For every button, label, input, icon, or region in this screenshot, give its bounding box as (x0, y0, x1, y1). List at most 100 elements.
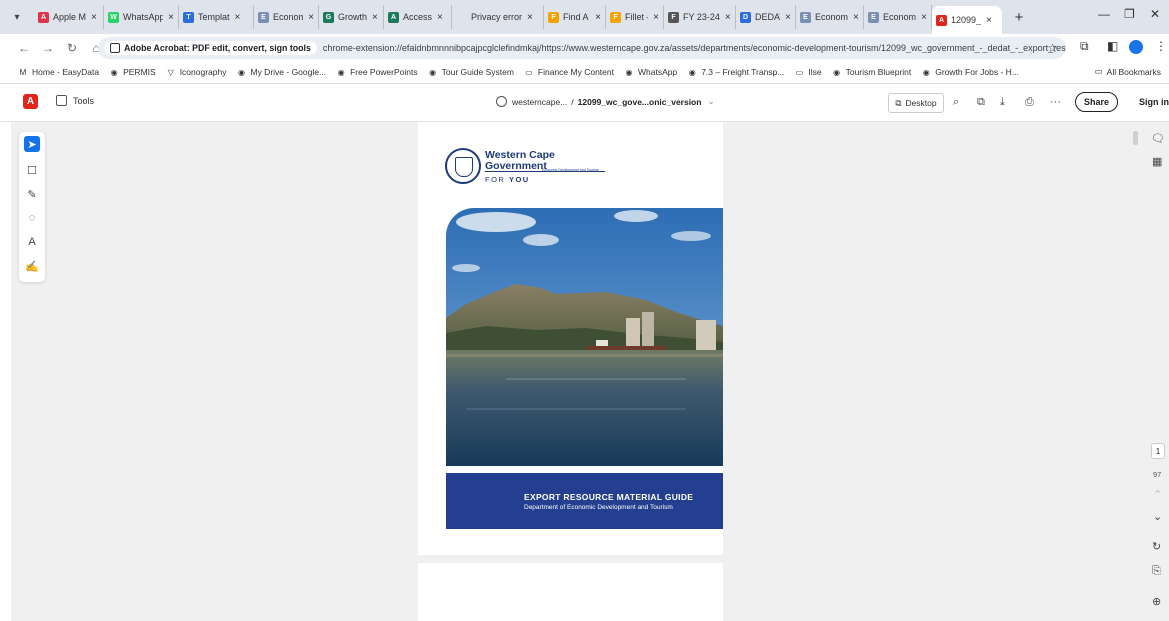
bookmark-item[interactable]: ◉ Growth For Jobs - H... (921, 67, 1019, 77)
bookmark-item[interactable]: ◉ Tour Guide System (428, 67, 514, 77)
tab-title: Fillet – (625, 12, 648, 22)
extension-icon (110, 43, 120, 53)
browser-tab[interactable]: F Find A S × (544, 5, 606, 29)
tab-close-icon[interactable]: × (235, 12, 241, 23)
download-icon[interactable]: ⤓ (1000, 96, 1005, 109)
profile-avatar[interactable] (1129, 40, 1143, 54)
bookmark-label: Tourism Blueprint (845, 67, 912, 77)
bookmark-item[interactable]: ▭ Ilse (794, 67, 822, 77)
bookmark-item[interactable]: ◉ WhatsApp (624, 67, 677, 77)
tab-search-icon[interactable]: ▾ (6, 6, 28, 28)
tab-close-icon[interactable]: × (437, 12, 443, 23)
page-fit-icon[interactable]: ⎘ (1152, 565, 1161, 578)
page-number-input[interactable]: 1 (1151, 443, 1165, 459)
browser-tab[interactable]: A Access × (384, 5, 452, 29)
bookmark-item[interactable]: ▽ Iconography (166, 67, 227, 77)
tab-close-icon[interactable]: × (168, 12, 174, 23)
lasso-icon[interactable]: ◌ (24, 210, 40, 226)
browser-tab[interactable]: W WhatsApp × (104, 5, 179, 29)
browser-tab[interactable]: F FY 23-24 × (664, 5, 736, 29)
tab-close-icon[interactable]: × (986, 15, 992, 26)
doc-host: westerncape... (512, 96, 568, 107)
bookmark-icon: ◉ (110, 67, 118, 77)
tab-close-icon[interactable]: × (853, 12, 859, 23)
browser-tab[interactable]: E Econom × (864, 5, 932, 29)
bookmark-item[interactable]: ◉ 7.3 – Freight Transp... (687, 67, 785, 77)
search-icon[interactable]: ⌕ (953, 96, 959, 109)
bookmark-icon: ◉ (688, 67, 696, 77)
bookmark-item[interactable]: ◉ My Drive - Google... (236, 67, 326, 77)
tab-close-icon[interactable]: × (725, 12, 731, 23)
tab-close-icon[interactable]: × (527, 12, 533, 23)
tab-close-icon[interactable]: × (653, 12, 659, 23)
bookmarks-bar: M Home - EasyData ◉ PERMIS ▽ Iconography ◉ My D… (0, 62, 1169, 82)
new-tab-button[interactable]: + (1010, 9, 1028, 26)
bookmark-label: Free PowerPoints (350, 67, 418, 77)
site-info-chip[interactable]: Adobe Acrobat: PDF edit, convert, sign t… (104, 41, 317, 55)
maximize-button[interactable]: ❐ (1124, 7, 1135, 21)
tab-close-icon[interactable]: × (921, 12, 927, 23)
tools-label[interactable]: Tools (73, 96, 94, 106)
comment-icon[interactable]: ☐ (24, 162, 40, 178)
browser-tab[interactable]: T Templat × (179, 5, 254, 29)
forward-icon[interactable]: → (38, 41, 58, 55)
browser-tab[interactable]: F Fillet – × (606, 5, 664, 29)
select-cursor-icon[interactable]: ➤ (24, 136, 40, 152)
tab-close-icon[interactable]: × (91, 12, 97, 23)
bookmark-icon: ◉ (833, 67, 841, 77)
browser-tab[interactable]: D DEDAT × (736, 5, 796, 29)
browser-tab-bar: ▾ A Apple M × W WhatsApp × T Templat × E Econom × G G… (0, 0, 1169, 34)
print-icon[interactable]: ⎙ (1025, 96, 1034, 109)
reload-icon[interactable]: ↻ (62, 41, 82, 55)
url-text[interactable]: chrome-extension://efaidnbmnnnibpcajpcgl… (323, 43, 1066, 53)
browser-tab[interactable]: E Econom × (254, 5, 319, 29)
chevron-up-icon[interactable]: ⌃ (1153, 488, 1162, 501)
all-bookmarks-button[interactable]: ▭ All Bookmarks (1095, 66, 1161, 77)
desktop-button[interactable]: ⧉ Desktop (888, 93, 944, 113)
text-box-icon[interactable]: A (24, 234, 40, 250)
bookmark-item[interactable]: ◉ PERMIS (109, 67, 156, 77)
scrollbar-thumb[interactable] (1133, 131, 1138, 145)
side-panel-icon[interactable]: ◧ (1107, 39, 1118, 53)
document-name[interactable]: westerncape... / 12099_wc_gove...onic_ve… (496, 96, 715, 107)
bookmark-star-icon[interactable]: ☆ (1047, 41, 1058, 55)
address-bar[interactable]: Adobe Acrobat: PDF edit, convert, sign t… (98, 37, 1066, 59)
zoom-in-icon[interactable]: ⊕ (1152, 595, 1161, 608)
browser-tab[interactable]: E Econom × (796, 5, 864, 29)
tab-favicon-icon: G (323, 11, 334, 23)
tab-favicon-icon: T (183, 11, 194, 23)
acrobat-logo-icon[interactable]: A (23, 94, 38, 109)
tab-close-icon[interactable]: × (595, 12, 601, 23)
tab-close-icon[interactable]: × (308, 12, 314, 23)
tab-title: Privacy error (471, 12, 523, 22)
bookmark-item[interactable]: ◉ Tourism Blueprint (832, 67, 912, 77)
browser-tab[interactable]: G Growth × (319, 5, 384, 29)
bookmark-item[interactable]: ▭ Finance My Content (524, 67, 614, 77)
tools-icon[interactable] (56, 95, 67, 106)
draw-pen-icon[interactable]: ✎ (24, 186, 40, 202)
share-button[interactable]: Share (1075, 92, 1118, 112)
browser-tab[interactable]: A 12099_ × (932, 6, 1002, 34)
bookmark-item[interactable]: ◉ Free PowerPoints (336, 67, 418, 77)
close-window-button[interactable]: ✕ (1150, 7, 1160, 21)
minimize-button[interactable]: — (1098, 7, 1110, 21)
rotate-icon[interactable]: ↻ (1152, 540, 1161, 553)
chevron-down-icon[interactable]: ⌄ (1153, 510, 1162, 523)
bookmark-item[interactable]: M Home - EasyData (18, 67, 99, 77)
acrobat-toolbar: A Tools westerncape... / 12099_wc_gove..… (0, 84, 1169, 122)
back-icon[interactable]: ← (14, 41, 34, 55)
copy-icon[interactable]: ⧉ (977, 96, 985, 109)
extensions-icon[interactable]: ⧉ (1080, 39, 1089, 54)
sign-in-link[interactable]: Sign in (1139, 97, 1169, 107)
browser-tab[interactable]: A Apple M × (34, 5, 104, 29)
pdf-page-1: Western Cape Government FOR YOU Economic… (418, 122, 723, 555)
tab-close-icon[interactable]: × (785, 12, 791, 23)
menu-kebab-icon[interactable]: ⋮ (1155, 39, 1167, 53)
more-options-icon[interactable]: ··· (1050, 96, 1061, 108)
browser-tab[interactable]: Privacy error × (452, 5, 544, 29)
signature-icon[interactable]: ✍ (24, 258, 40, 274)
thumbnails-icon[interactable]: ▦ (1152, 155, 1162, 168)
comments-panel-icon[interactable]: 🗨 (1151, 132, 1165, 145)
tab-close-icon[interactable]: × (372, 12, 378, 23)
bookmark-icon: ▭ (795, 67, 804, 77)
